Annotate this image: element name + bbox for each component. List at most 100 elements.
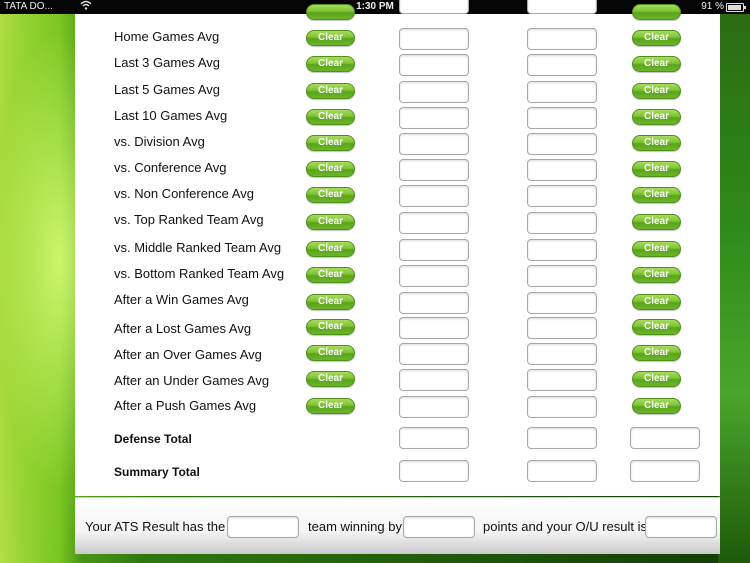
value-field-2[interactable] — [527, 265, 597, 287]
winning-points-field[interactable] — [403, 516, 475, 538]
value-field-1[interactable] — [399, 396, 469, 418]
stat-row: vs. Bottom Ranked Team Avg Clear Clear — [75, 265, 720, 292]
clear-button-right[interactable]: Clear — [632, 267, 681, 283]
result-prefix-text: Your ATS Result has the — [85, 519, 226, 534]
row-label: Last 3 Games Avg — [114, 55, 220, 70]
value-field-1[interactable] — [399, 239, 469, 261]
summary-total-field-2[interactable] — [527, 460, 597, 482]
clear-button-right[interactable]: Clear — [632, 398, 681, 414]
value-field-2[interactable] — [527, 107, 597, 129]
stat-row: vs. Conference Avg Clear Clear — [75, 159, 720, 186]
background-right-strip — [718, 0, 750, 563]
value-field-1[interactable] — [399, 159, 469, 181]
value-field-2[interactable] — [527, 81, 597, 103]
clear-button-right[interactable]: Clear — [632, 109, 681, 125]
value-field-1[interactable] — [399, 185, 469, 207]
value-field-2[interactable] — [527, 185, 597, 207]
clear-button-left[interactable]: Clear — [306, 30, 355, 46]
summary-total-row: Summary Total — [75, 460, 720, 490]
stat-row: After a Push Games Avg Clear Clear — [75, 396, 720, 424]
value-field-2[interactable] — [527, 369, 597, 391]
stat-row-partial — [75, 0, 720, 30]
value-field-2[interactable] — [527, 0, 597, 14]
value-field-1[interactable] — [399, 0, 469, 14]
value-field-1[interactable] — [399, 369, 469, 391]
value-field-2[interactable] — [527, 133, 597, 155]
defense-total-field-2[interactable] — [527, 427, 597, 449]
clear-button-left[interactable]: Clear — [306, 267, 355, 283]
clear-button-right[interactable]: Clear — [632, 294, 681, 310]
clear-button-left[interactable] — [306, 4, 355, 20]
value-field-1[interactable] — [399, 265, 469, 287]
clear-button-left[interactable]: Clear — [306, 319, 355, 335]
row-label: After a Win Games Avg — [114, 292, 249, 307]
value-field-2[interactable] — [527, 239, 597, 261]
clear-button-right[interactable]: Clear — [632, 319, 681, 335]
clear-button-right[interactable] — [632, 4, 681, 20]
row-label: vs. Division Avg — [114, 134, 205, 149]
result-middle-text: team winning by — [308, 519, 402, 534]
clear-button-right[interactable]: Clear — [632, 161, 681, 177]
value-field-1[interactable] — [399, 292, 469, 314]
clear-button-left[interactable]: Clear — [306, 187, 355, 203]
clear-button-right[interactable]: Clear — [632, 135, 681, 151]
value-field-1[interactable] — [399, 343, 469, 365]
stat-row: After an Under Games Avg Clear Clear — [75, 369, 720, 399]
summary-total-field-3[interactable] — [630, 460, 700, 482]
value-field-1[interactable] — [399, 28, 469, 50]
row-label: vs. Non Conference Avg — [114, 186, 254, 201]
stat-row: vs. Division Avg Clear Clear — [75, 133, 720, 160]
stat-row: vs. Middle Ranked Team Avg Clear Clear — [75, 239, 720, 266]
clear-button-left[interactable]: Clear — [306, 109, 355, 125]
stats-panel: Home Games Avg Clear Clear Last 3 Games … — [75, 0, 720, 496]
ou-result-field[interactable] — [645, 516, 717, 538]
value-field-2[interactable] — [527, 292, 597, 314]
stat-row: vs. Top Ranked Team Avg Clear Clear — [75, 212, 720, 238]
value-field-1[interactable] — [399, 54, 469, 76]
clear-button-right[interactable]: Clear — [632, 371, 681, 387]
clear-button-right[interactable]: Clear — [632, 30, 681, 46]
value-field-2[interactable] — [527, 343, 597, 365]
defense-total-label: Defense Total — [114, 432, 192, 446]
clear-button-left[interactable]: Clear — [306, 294, 355, 310]
defense-total-field-1[interactable] — [399, 427, 469, 449]
row-label: After an Over Games Avg — [114, 347, 262, 362]
clear-button-left[interactable]: Clear — [306, 345, 355, 361]
clear-button-left[interactable]: Clear — [306, 398, 355, 414]
stat-row: vs. Non Conference Avg Clear Clear — [75, 185, 720, 212]
value-field-1[interactable] — [399, 317, 469, 339]
value-field-1[interactable] — [399, 212, 469, 234]
stat-row: After a Lost Games Avg Clear Clear — [75, 317, 720, 347]
ats-team-field[interactable] — [227, 516, 299, 538]
clear-button-right[interactable]: Clear — [632, 187, 681, 203]
clear-button-right[interactable]: Clear — [632, 56, 681, 72]
summary-total-field-1[interactable] — [399, 460, 469, 482]
clear-button-right[interactable]: Clear — [632, 345, 681, 361]
clear-button-right[interactable]: Clear — [632, 83, 681, 99]
stat-row: Last 3 Games Avg Clear Clear — [75, 54, 720, 81]
clear-button-left[interactable]: Clear — [306, 56, 355, 72]
clear-button-left[interactable]: Clear — [306, 241, 355, 257]
row-label: After a Lost Games Avg — [114, 321, 252, 336]
clear-button-right[interactable]: Clear — [632, 241, 681, 257]
value-field-2[interactable] — [527, 396, 597, 418]
summary-total-label: Summary Total — [114, 465, 200, 479]
value-field-2[interactable] — [527, 317, 597, 339]
clear-button-left[interactable]: Clear — [306, 161, 355, 177]
clear-button-left[interactable]: Clear — [306, 135, 355, 151]
clear-button-left[interactable]: Clear — [306, 371, 355, 387]
value-field-2[interactable] — [527, 28, 597, 50]
row-label: Last 10 Games Avg — [114, 108, 228, 123]
clear-button-left[interactable]: Clear — [306, 83, 355, 99]
defense-total-field-3[interactable] — [630, 427, 700, 449]
value-field-1[interactable] — [399, 81, 469, 103]
value-field-1[interactable] — [399, 133, 469, 155]
stat-row: Last 10 Games Avg Clear Clear — [75, 107, 720, 134]
clear-button-right[interactable]: Clear — [632, 214, 681, 230]
value-field-2[interactable] — [527, 54, 597, 76]
value-field-2[interactable] — [527, 212, 597, 234]
clear-button-left[interactable]: Clear — [306, 214, 355, 230]
stat-row: Last 5 Games Avg Clear Clear — [75, 81, 720, 108]
value-field-2[interactable] — [527, 159, 597, 181]
value-field-1[interactable] — [399, 107, 469, 129]
